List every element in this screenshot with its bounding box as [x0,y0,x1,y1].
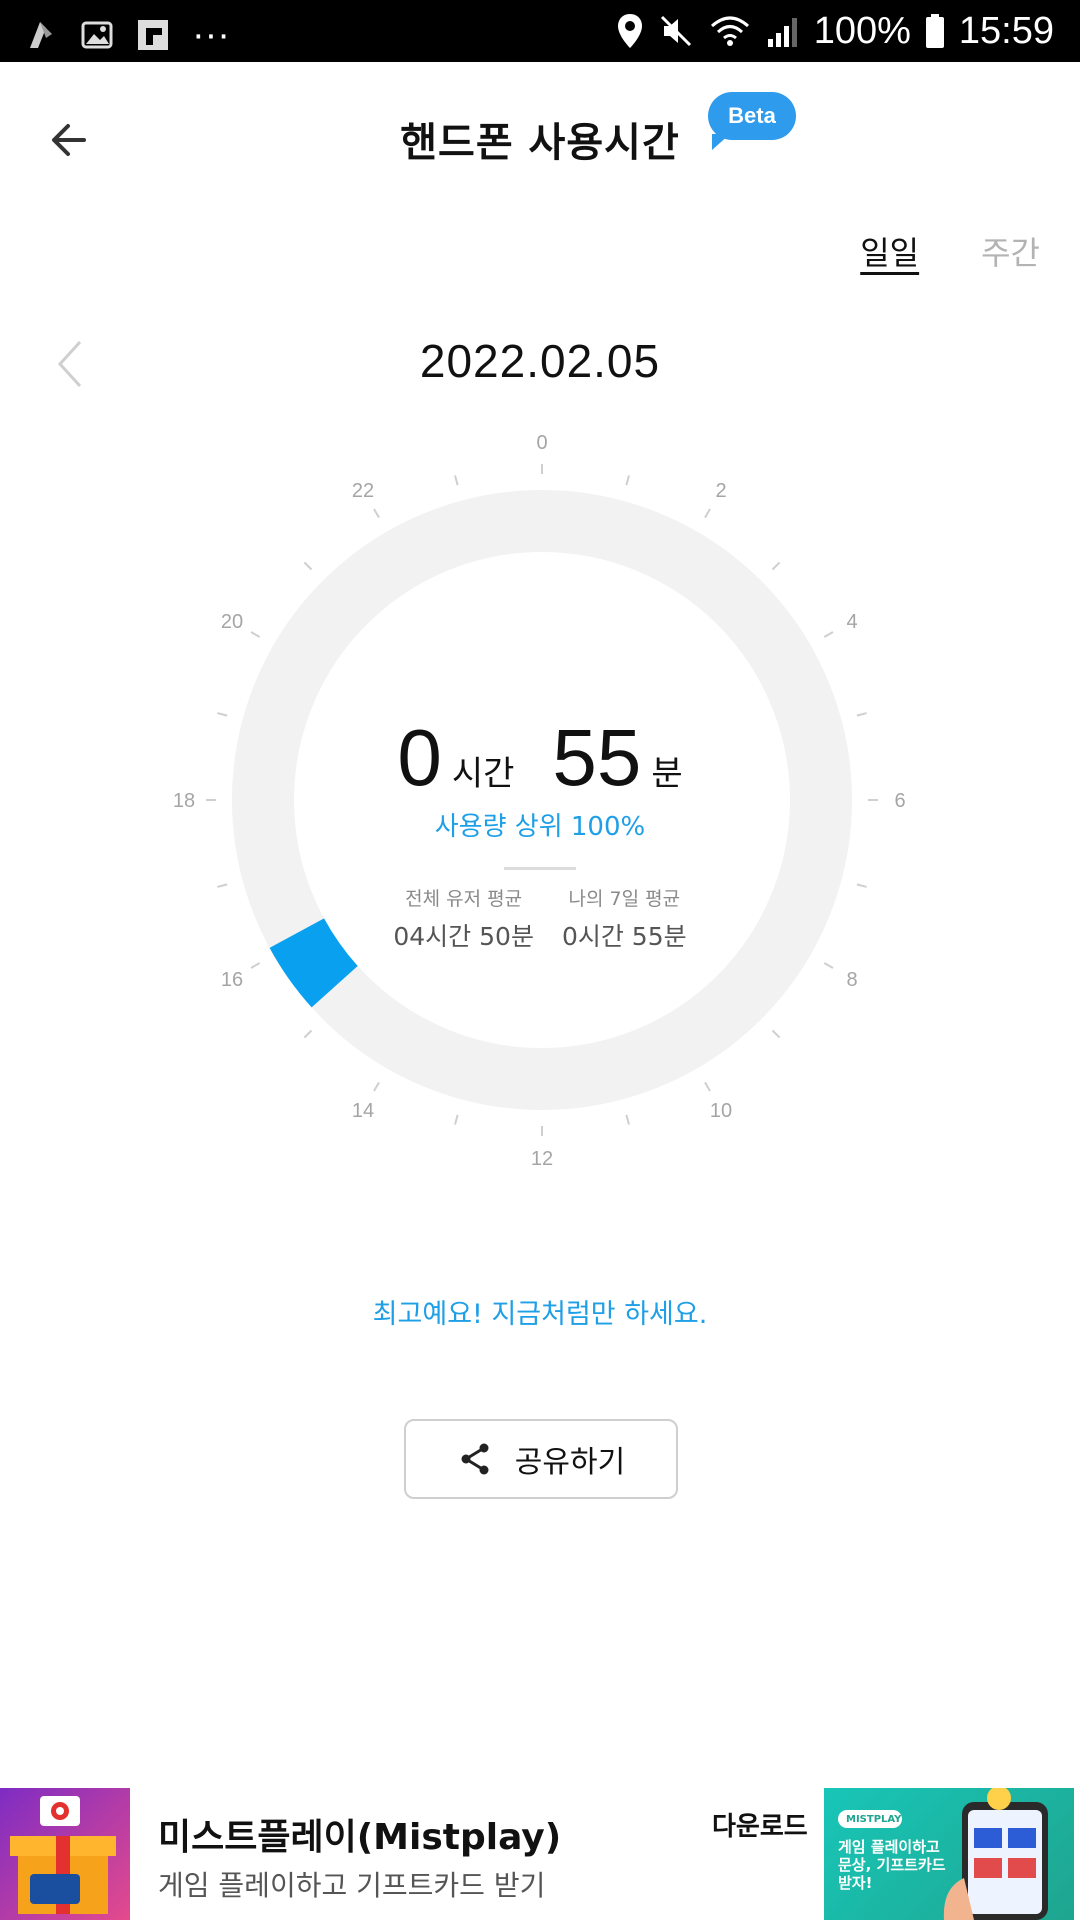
minutes-unit: 분 [651,754,683,794]
ad-banner[interactable]: 미스트플레이(Mistplay) 게임 플레이하고 기프트카드 받기 다운로드 … [0,1788,1080,1920]
tab-weekly[interactable]: 주간 [981,228,1040,274]
hour-tick-21 [303,561,313,571]
status-bar: ··· 100% 15:59 [0,0,1080,62]
hour-label-12: 12 [531,1148,553,1170]
ad-right-brand: MISTPLAY [846,1814,902,1825]
wifi-icon [710,16,749,46]
hour-tick-20 [250,631,261,638]
total-usage-time: 0 시간 55 분 [0,716,1080,800]
location-icon [617,14,642,48]
clock: 15:59 [958,10,1054,52]
hour-label-10: 10 [710,1100,732,1122]
hour-tick-3 [771,561,781,571]
hour-tick-15 [303,1029,313,1039]
my-7day-average: 나의 7일 평균 0시간 55분 [562,884,687,953]
usage-hours: 0 [397,713,442,802]
usage-summary: 0 시간 55 분 사용량 상위 100% 전체 유저 평균 04시간 50분 … [0,716,1080,953]
hour-label-8: 8 [846,969,857,991]
selected-date: 2022.02.05 [419,335,661,387]
average-row: 전체 유저 평균 04시간 50분 나의 7일 평균 0시간 55분 [0,884,1080,953]
gift-box-icon [10,1796,116,1914]
signal-icon [767,18,797,47]
status-more: ··· [192,14,230,56]
divider [504,867,576,870]
encouragement-message: 최고예요! 지금처럼만 하세요. [372,1299,708,1330]
all-users-average: 전체 유저 평균 04시간 50분 [393,884,534,953]
hour-tick-8 [823,962,834,969]
hour-tick-22 [373,508,380,519]
hour-label-2: 2 [715,480,726,502]
flipboard-icon [138,20,168,50]
gallery-icon [81,21,113,49]
page-title: 핸드폰 사용시간 [400,120,680,166]
hours-unit: 시간 [451,754,515,794]
hour-tick-10 [704,1081,711,1092]
hour-tick-11 [625,1114,630,1125]
hour-tick-13 [454,1114,459,1125]
beta-badge: Beta [708,92,796,150]
hour-label-4: 4 [846,611,857,633]
usage-minutes: 55 [552,713,642,802]
hour-label-20: 20 [221,611,243,633]
hour-tick-23 [454,475,459,486]
hour-tick-1 [625,475,630,486]
ad-gift-image[interactable] [0,1788,130,1920]
hour-label-22: 22 [352,480,374,502]
hour-label-0: 0 [536,432,547,454]
ad-subtitle: 게임 플레이하고 기프트카드 받기 [158,1869,546,1902]
hour-tick-16 [250,962,261,969]
hour-tick-2 [704,508,711,519]
ad-title[interactable]: 미스트플레이(Mistplay) [158,1808,561,1860]
my-7day-average-label: 나의 7일 평균 [568,888,681,910]
all-users-average-value: 04시간 50분 [393,922,534,951]
usage-rank: 사용량 상위 100% [434,812,646,842]
battery-percent: 100% [813,10,911,52]
share-button[interactable]: 공유하기 [404,1419,678,1499]
my-7day-average-value: 0시간 55분 [561,922,687,951]
share-icon [461,1443,489,1475]
hour-label-16: 16 [221,969,243,991]
mute-icon [660,15,691,47]
hour-tick-4 [823,631,834,638]
app-header: 핸드폰 사용시간 Beta [0,62,1080,212]
hour-label-14: 14 [352,1100,374,1122]
ad-phone-image[interactable]: MISTPLAY 게임 플레이하고 문상, 기프트카드 받자! [824,1788,1074,1920]
share-label: 공유하기 [514,1445,626,1480]
hour-tick-9 [771,1029,781,1039]
hour-tick-14 [373,1081,380,1092]
tab-daily[interactable]: 일일 [860,228,919,274]
ad-download-button[interactable]: 다운로드 [712,1806,808,1843]
period-tabs: 일일 주간 [860,228,1040,274]
notification-app-icon [30,22,52,48]
battery-icon [925,14,944,48]
ad-right-text: 게임 플레이하고 문상, 기프트카드 받자! [838,1838,946,1892]
all-users-average-label: 전체 유저 평균 [405,888,523,910]
